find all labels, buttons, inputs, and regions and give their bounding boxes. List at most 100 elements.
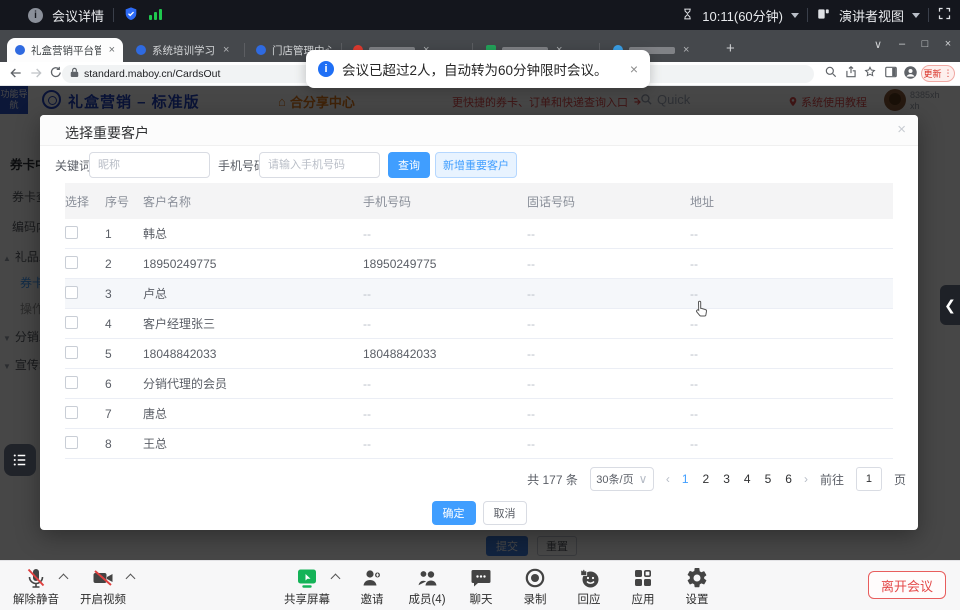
share-screen-button[interactable]: 共享屏幕 (284, 566, 330, 607)
side-panel-icon[interactable] (884, 65, 902, 83)
unmute-button[interactable]: 解除静音 (13, 566, 59, 607)
video-options-icon[interactable] (126, 574, 136, 584)
mic-options-icon[interactable] (59, 574, 69, 584)
search-form: 关键词 手机号码 查询 新增重要客户 (40, 146, 918, 183)
info-icon: i (318, 61, 334, 77)
confirm-button[interactable]: 确定 (432, 501, 476, 525)
security-shield-icon[interactable] (123, 6, 139, 25)
next-page-icon[interactable]: › (804, 472, 808, 486)
browser-tab-active[interactable]: 礼盒营销平台管理中心 × (7, 38, 123, 62)
select-customer-dialog: 选择重要客户 × 关键词 手机号码 查询 新增重要客户 选择 序号 客户名称 手… (40, 115, 918, 530)
row-checkbox[interactable] (65, 406, 78, 419)
members-icon (415, 566, 439, 590)
page-number[interactable]: 2 (703, 472, 710, 486)
goto-page-input[interactable] (856, 467, 882, 491)
screen: i 会议详情 10:11(60分钟) 演讲者视图 (0, 0, 960, 610)
meeting-panel-toggle[interactable] (4, 444, 36, 476)
mic-muted-icon (24, 566, 48, 590)
add-customer-button[interactable]: 新增重要客户 (435, 152, 517, 178)
keyword-label: 关键词 (55, 157, 91, 174)
view-dropdown-icon[interactable] (912, 13, 920, 18)
dialog-close-icon[interactable]: × (897, 121, 906, 138)
view-mode-label[interactable]: 演讲者视图 (839, 6, 904, 25)
table-row[interactable]: 7 唐总 -- -- -- (65, 399, 893, 429)
page-number[interactable]: 4 (744, 472, 751, 486)
row-checkbox[interactable] (65, 226, 78, 239)
toast-close-icon[interactable]: × (630, 61, 638, 77)
expand-sidebar-button[interactable]: ❮ (940, 285, 960, 325)
window-close-button[interactable]: × (938, 38, 958, 50)
chat-button[interactable]: 聊天 (469, 566, 493, 607)
forward-icon[interactable] (28, 65, 46, 83)
settings-button[interactable]: 设置 (685, 566, 709, 607)
row-checkbox[interactable] (65, 436, 78, 449)
row-checkbox[interactable] (65, 376, 78, 389)
timer-hourglass-icon (681, 7, 694, 24)
bookmark-star-icon[interactable] (863, 65, 881, 83)
table-row[interactable]: 1 韩总 -- -- -- (65, 219, 893, 249)
divider (113, 8, 114, 22)
web-page: 功能导航 礼盒营销 – 标准版 ⌂ 合分享中心 更快捷的券卡、订单和快递查询入口… (0, 86, 960, 560)
tab-search-icon[interactable]: ∨ (868, 38, 888, 51)
tab-close-icon[interactable]: × (223, 44, 229, 56)
meeting-details-label[interactable]: 会议详情 (52, 6, 104, 25)
leave-meeting-button[interactable]: 离开会议 (868, 571, 946, 599)
dialog-header: 选择重要客户 × (40, 115, 918, 146)
page-number[interactable]: 6 (785, 472, 792, 486)
network-signal-icon[interactable] (148, 7, 163, 24)
share-options-icon[interactable] (331, 574, 341, 584)
keyword-input[interactable] (89, 152, 210, 178)
page-number[interactable]: 3 (723, 472, 730, 486)
new-tab-button[interactable]: + (726, 41, 735, 56)
browser-tab[interactable]: 系统培训学习 × (128, 38, 240, 62)
phone-input[interactable] (259, 152, 380, 178)
tab-favicon (15, 45, 25, 55)
table-row[interactable]: 4 客户经理张三 -- -- -- (65, 309, 893, 339)
meeting-timer: 10:11(60分钟) (702, 6, 783, 25)
tab-close-icon[interactable]: × (109, 44, 115, 56)
row-checkbox[interactable] (65, 316, 78, 329)
page-size-select[interactable]: 30条/页 ∨ (590, 467, 654, 491)
share-icon[interactable] (844, 65, 862, 83)
table-header-row: 选择 序号 客户名称 手机号码 固话号码 地址 (65, 183, 893, 219)
page-number-current[interactable]: 1 (682, 472, 689, 486)
page-unit-label: 页 (894, 471, 906, 488)
meeting-info-icon[interactable]: i (28, 8, 43, 23)
table-row[interactable]: 2 18950249775 18950249775 -- -- (65, 249, 893, 279)
reaction-smiley-icon (577, 566, 601, 590)
cancel-button[interactable]: 取消 (483, 501, 527, 525)
zoom-icon[interactable] (824, 65, 842, 83)
tab-favicon (136, 45, 146, 55)
table-row[interactable]: 5 18048842033 18048842033 -- -- (65, 339, 893, 369)
record-button[interactable]: 录制 (523, 566, 547, 607)
table-row[interactable]: 3 卢总 -- -- -- (65, 279, 893, 309)
pagination: 共 177 条 30条/页 ∨ ‹ 1 2 3 4 5 6 › 前往 页 (527, 465, 906, 493)
start-video-button[interactable]: 开启视频 (80, 566, 126, 607)
timer-dropdown-icon[interactable] (791, 13, 799, 18)
window-minimize-button[interactable]: – (892, 38, 912, 50)
invite-button[interactable]: 邀请 (360, 566, 384, 607)
apps-button[interactable]: 应用 (631, 566, 655, 607)
more-vertical-icon: ⋮ (944, 68, 953, 79)
row-checkbox[interactable] (65, 256, 78, 269)
divider (928, 8, 929, 22)
row-checkbox[interactable] (65, 346, 78, 359)
url-text: standard.maboy.cn/CardsOut (84, 68, 220, 80)
reactions-button[interactable]: 回应 (577, 566, 601, 607)
page-number[interactable]: 5 (765, 472, 772, 486)
apps-grid-icon (631, 566, 655, 590)
fullscreen-icon[interactable] (937, 6, 952, 24)
tab-close-icon[interactable]: × (683, 44, 689, 56)
browser-update-button[interactable]: 更新⋮ (921, 65, 955, 82)
query-button[interactable]: 查询 (388, 152, 430, 178)
table-row[interactable]: 6 分销代理的会员 -- -- -- (65, 369, 893, 399)
table-row[interactable]: 8 王总 -- -- -- (65, 429, 893, 459)
dialog-footer: 确定 取消 (40, 501, 918, 525)
chevron-down-icon: ∨ (639, 472, 648, 486)
row-checkbox[interactable] (65, 286, 78, 299)
members-button[interactable]: 成员(4) (408, 566, 445, 607)
prev-page-icon[interactable]: ‹ (666, 472, 670, 486)
window-maximize-button[interactable]: □ (915, 38, 935, 50)
profile-avatar-icon[interactable] (903, 65, 921, 83)
back-icon[interactable] (8, 65, 26, 83)
